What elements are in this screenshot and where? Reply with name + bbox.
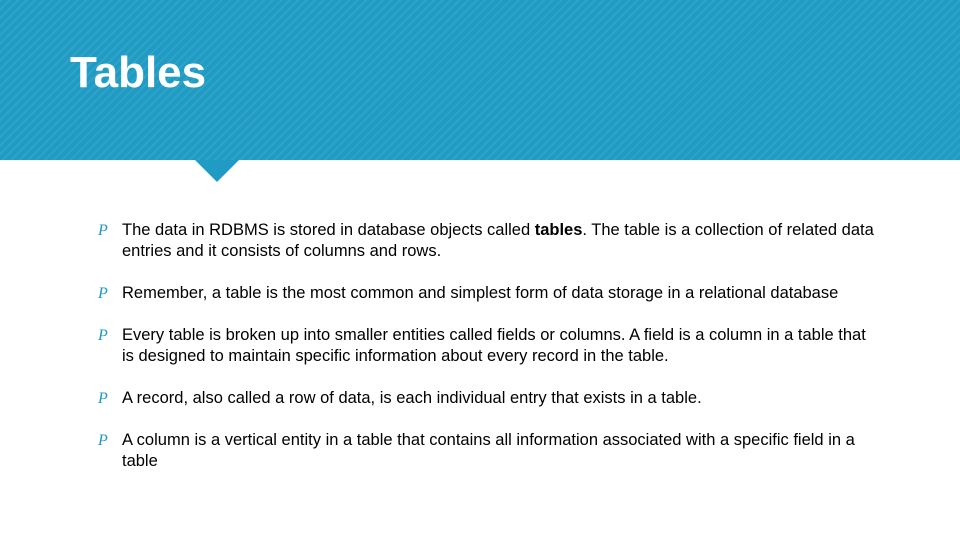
slide-title: Tables	[70, 48, 206, 98]
bullet-text-prefix: A record, also called a row of data, is …	[122, 389, 702, 407]
slide-body: P The data in RDBMS is stored in databas…	[0, 220, 960, 493]
bullet-icon: P	[98, 430, 122, 452]
bullet-icon: P	[98, 220, 122, 242]
bullet-text-prefix: Every table is broken up into smaller en…	[122, 326, 866, 365]
slide: Tables P The data in RDBMS is stored in …	[0, 0, 960, 540]
bullet-text: The data in RDBMS is stored in database …	[122, 220, 882, 263]
header-banner: Tables	[0, 0, 960, 160]
bullet-item: P A column is a vertical entity in a tab…	[98, 430, 882, 473]
bullet-text-prefix: Remember, a table is the most common and…	[122, 284, 838, 302]
bullet-text: A record, also called a row of data, is …	[122, 388, 882, 409]
bullet-text: Every table is broken up into smaller en…	[122, 325, 882, 368]
bullet-item: P Every table is broken up into smaller …	[98, 325, 882, 368]
bullet-item: P A record, also called a row of data, i…	[98, 388, 882, 410]
bullet-icon: P	[98, 325, 122, 347]
header-notch-icon	[195, 160, 239, 182]
bullet-item: P Remember, a table is the most common a…	[98, 283, 882, 305]
bullet-icon: P	[98, 388, 122, 410]
bullet-item: P The data in RDBMS is stored in databas…	[98, 220, 882, 263]
bullet-text: A column is a vertical entity in a table…	[122, 430, 882, 473]
bullet-icon: P	[98, 283, 122, 305]
bullet-text: Remember, a table is the most common and…	[122, 283, 882, 304]
bullet-text-bold: tables	[535, 221, 583, 239]
bullet-text-prefix: The data in RDBMS is stored in database …	[122, 221, 535, 239]
bullet-text-prefix: A column is a vertical entity in a table…	[122, 431, 855, 470]
